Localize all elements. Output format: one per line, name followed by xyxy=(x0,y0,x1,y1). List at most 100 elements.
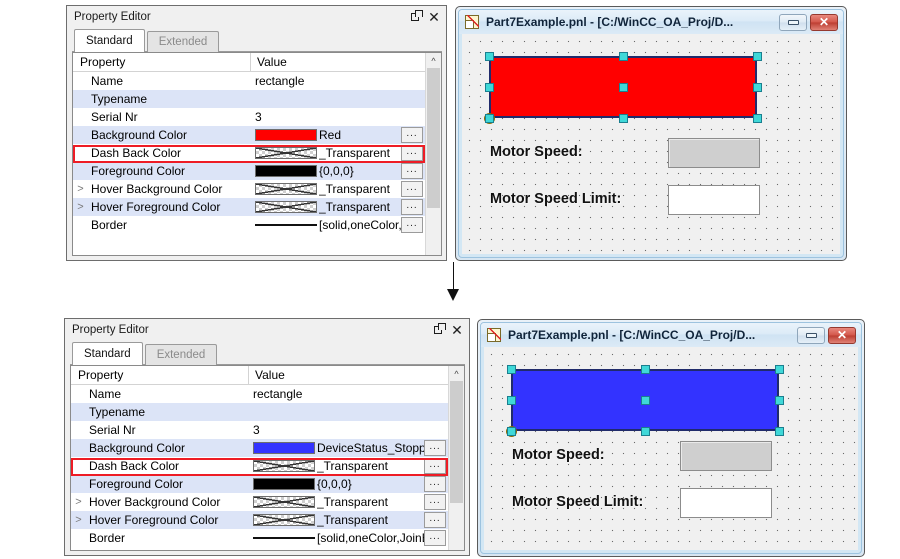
property-row[interactable]: Foreground Color {0,0,0}... xyxy=(73,162,425,180)
property-value-cell[interactable]: [solid,oneColor,Jo xyxy=(251,216,401,234)
minimize-icon[interactable] xyxy=(797,326,825,344)
restore-icon[interactable] xyxy=(433,322,449,338)
property-value-cell[interactable]: _Transparent xyxy=(251,180,401,198)
property-row[interactable]: Background Color DeviceStatus_Stopped... xyxy=(71,439,448,457)
resize-handle-w[interactable] xyxy=(485,83,494,92)
property-value-cell[interactable]: 3 xyxy=(249,421,424,439)
tab-standard[interactable]: Standard xyxy=(72,342,143,365)
property-row[interactable]: Background Color Red... xyxy=(73,126,425,144)
expander-icon[interactable]: > xyxy=(71,511,86,529)
panel-canvas-bottom[interactable]: Motor Speed: Motor Speed Limit: xyxy=(484,347,858,550)
value-browse-button[interactable]: ... xyxy=(424,440,446,456)
property-row[interactable]: Border [solid,oneColor,JoinBeve... xyxy=(71,529,448,547)
property-value-cell[interactable]: _Transparent xyxy=(251,198,401,216)
property-row[interactable]: > Hover Background Color _Transparent... xyxy=(71,493,448,511)
close-icon[interactable]: ✕ xyxy=(810,13,838,31)
value-browse-button[interactable]: ... xyxy=(424,512,446,528)
restore-icon[interactable] xyxy=(410,9,426,25)
property-row[interactable]: Dash Back Color _Transparent... xyxy=(73,144,425,162)
transparent-swatch-icon[interactable] xyxy=(253,460,315,472)
value-browse-button[interactable]: ... xyxy=(424,458,446,474)
scrollbar-thumb[interactable] xyxy=(427,68,440,208)
property-row[interactable]: Name rectangle xyxy=(71,385,448,403)
resize-handle-se[interactable] xyxy=(753,114,762,123)
close-icon[interactable]: ✕ xyxy=(426,9,442,25)
color-swatch[interactable] xyxy=(255,165,317,177)
expander-icon[interactable]: > xyxy=(71,493,86,511)
value-browse-button[interactable]: ... xyxy=(401,199,423,215)
value-browse-button[interactable]: ... xyxy=(424,530,446,546)
property-value-cell[interactable]: [solid,oneColor,JoinBeve xyxy=(249,529,424,547)
scroll-up-icon[interactable]: ^ xyxy=(449,366,464,381)
property-value-cell[interactable]: DeviceStatus_Stopped xyxy=(249,439,424,457)
resize-handle-sw[interactable] xyxy=(507,427,516,436)
color-swatch[interactable] xyxy=(255,129,317,141)
property-row[interactable]: Serial Nr 3 xyxy=(71,421,448,439)
resize-handle-nw[interactable] xyxy=(485,52,494,61)
resize-handle-e[interactable] xyxy=(753,83,762,92)
motor-speed-value-field[interactable] xyxy=(668,138,760,168)
transparent-swatch-icon[interactable] xyxy=(255,201,317,213)
resize-handle-n[interactable] xyxy=(641,365,650,374)
tab-extended[interactable]: Extended xyxy=(144,344,218,365)
scrollbar-thumb[interactable] xyxy=(450,381,463,503)
resize-handle-ne[interactable] xyxy=(775,365,784,374)
property-row[interactable]: > Hover Background Color _Transparent... xyxy=(73,180,425,198)
resize-handle-nw[interactable] xyxy=(507,365,516,374)
motor-speed-value-field[interactable] xyxy=(680,441,772,471)
property-value-cell[interactable]: 3 xyxy=(251,108,401,126)
property-value-cell[interactable]: {0,0,0} xyxy=(249,475,424,493)
property-row[interactable]: Border [solid,oneColor,Jo... xyxy=(73,216,425,234)
rotation-center-handle[interactable] xyxy=(619,83,628,92)
motor-speed-limit-input[interactable] xyxy=(668,185,760,215)
expander-icon[interactable]: > xyxy=(73,180,88,198)
panel-canvas-top[interactable]: Motor Speed: Motor Speed Limit: xyxy=(462,34,840,254)
close-icon[interactable]: ✕ xyxy=(449,322,465,338)
color-swatch[interactable] xyxy=(253,478,315,490)
panel-window-bottom[interactable]: Part7Example.pnl - [C:/WinCC_OA_Proj/D..… xyxy=(477,319,865,557)
resize-handle-s[interactable] xyxy=(641,427,650,436)
resize-handle-n[interactable] xyxy=(619,52,628,61)
value-browse-button[interactable]: ... xyxy=(424,494,446,510)
transparent-swatch-icon[interactable] xyxy=(253,514,315,526)
resize-handle-e[interactable] xyxy=(775,396,784,405)
transparent-swatch-icon[interactable] xyxy=(255,147,317,159)
property-row[interactable]: Typename xyxy=(71,403,448,421)
property-row[interactable]: Typename xyxy=(73,90,425,108)
expander-icon[interactable]: > xyxy=(73,198,88,216)
rotation-center-handle[interactable] xyxy=(641,396,650,405)
transparent-swatch-icon[interactable] xyxy=(255,183,317,195)
property-grid-scrollbar-top[interactable]: ^ xyxy=(425,53,441,255)
panel-window-top[interactable]: Part7Example.pnl - [C:/WinCC_OA_Proj/D..… xyxy=(455,6,847,261)
property-value-cell[interactable]: rectangle xyxy=(249,385,424,403)
property-value-cell[interactable]: rectangle xyxy=(251,72,401,90)
property-row[interactable]: > Hover Foreground Color _Transparent... xyxy=(73,198,425,216)
property-row[interactable]: Dash Back Color _Transparent... xyxy=(71,457,448,475)
property-editor-panel-top[interactable]: Property Editor ✕ Standard Extended Prop… xyxy=(66,5,447,261)
property-value-cell[interactable]: _Transparent xyxy=(249,493,424,511)
tab-extended[interactable]: Extended xyxy=(146,31,220,52)
property-value-cell[interactable]: Red xyxy=(251,126,401,144)
value-browse-button[interactable]: ... xyxy=(401,127,423,143)
resize-handle-se[interactable] xyxy=(775,427,784,436)
value-browse-button[interactable]: ... xyxy=(424,476,446,492)
property-row[interactable]: Foreground Color {0,0,0}... xyxy=(71,475,448,493)
property-row[interactable]: Name rectangle xyxy=(73,72,425,90)
property-value-cell[interactable]: _Transparent xyxy=(249,511,424,529)
resize-handle-ne[interactable] xyxy=(753,52,762,61)
value-browse-button[interactable]: ... xyxy=(401,163,423,179)
motor-speed-limit-input[interactable] xyxy=(680,488,772,518)
tab-standard[interactable]: Standard xyxy=(74,29,145,52)
transparent-swatch-icon[interactable] xyxy=(253,496,315,508)
property-grid-scrollbar-bottom[interactable]: ^ xyxy=(448,366,464,550)
property-row[interactable]: Serial Nr 3 xyxy=(73,108,425,126)
resize-handle-sw[interactable] xyxy=(485,114,494,123)
close-icon[interactable]: ✕ xyxy=(828,326,856,344)
minimize-icon[interactable] xyxy=(779,13,807,31)
property-editor-panel-bottom[interactable]: Property Editor ✕ Standard Extended Prop… xyxy=(64,318,470,556)
property-row[interactable]: > Hover Foreground Color _Transparent... xyxy=(71,511,448,529)
value-browse-button[interactable]: ... xyxy=(401,217,423,233)
resize-handle-w[interactable] xyxy=(507,396,516,405)
property-value-cell[interactable]: _Transparent xyxy=(251,144,401,162)
property-value-cell[interactable]: _Transparent xyxy=(249,457,424,475)
